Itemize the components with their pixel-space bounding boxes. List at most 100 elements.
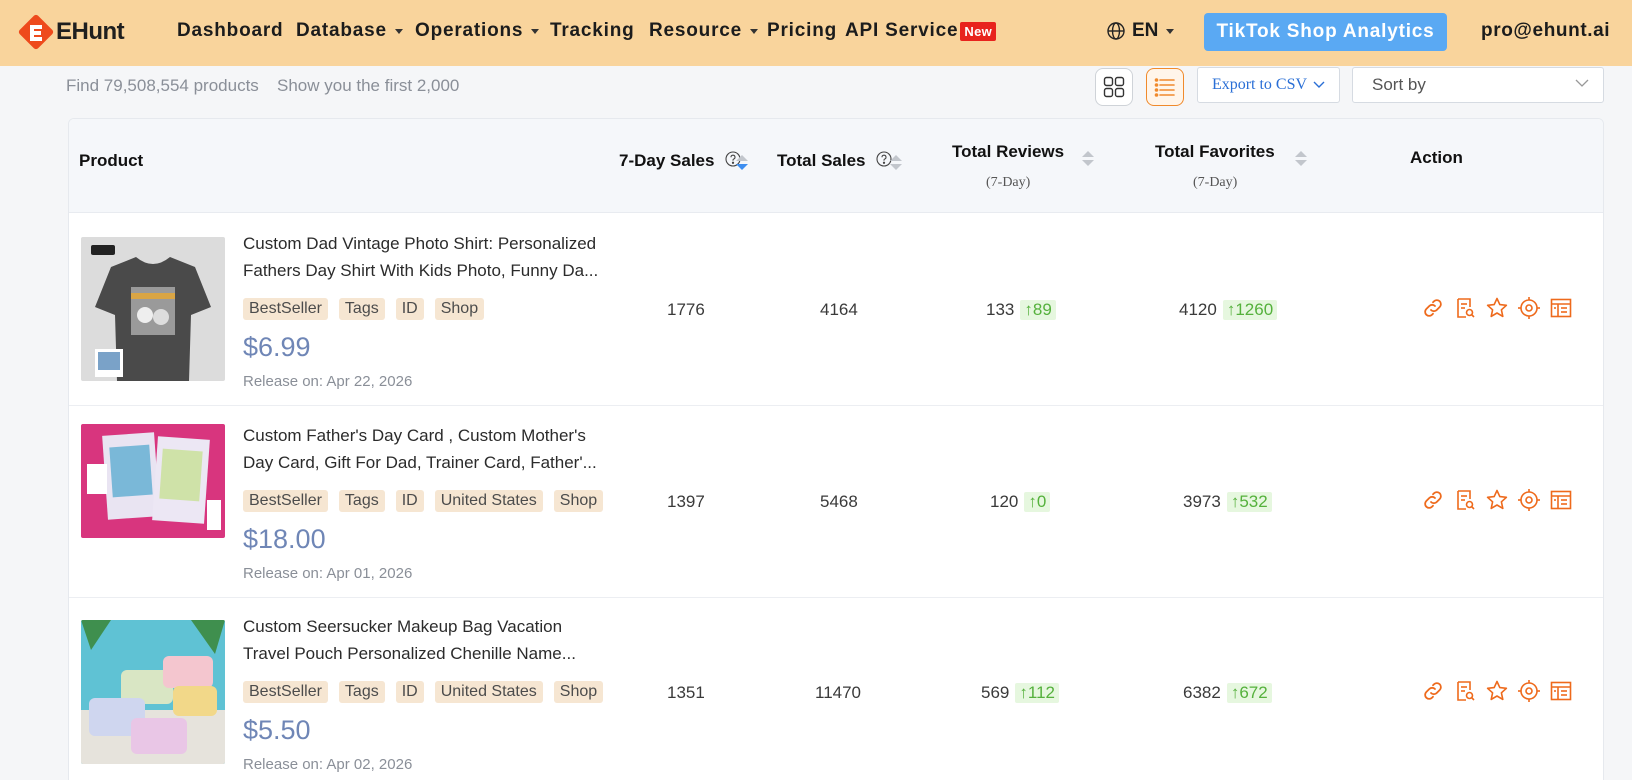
header-7day-sales[interactable]: 7-Day Sales	[619, 151, 741, 171]
sort-total-favorites[interactable]	[1295, 151, 1307, 167]
tag-shop[interactable]: Shop	[434, 298, 485, 320]
sort-asc-icon	[1082, 151, 1094, 157]
export-csv-label: Export to CSV	[1211, 76, 1308, 93]
calendar-table-icon[interactable]	[1549, 296, 1573, 320]
nav-api-service-label: API Service	[845, 20, 959, 41]
product-title[interactable]: Custom Seersucker Makeup Bag Vacation Tr…	[243, 613, 605, 667]
product-title-line1: Custom Dad Vintage Photo Shirt: Personal…	[243, 234, 597, 253]
target-icon[interactable]	[1517, 679, 1541, 703]
sales-7day-value: 1397	[667, 492, 705, 511]
nav-dashboard-label: Dashboard	[177, 20, 284, 41]
product-image[interactable]	[81, 620, 225, 764]
product-title[interactable]: Custom Dad Vintage Photo Shirt: Personal…	[243, 230, 605, 284]
chevron-down-icon	[531, 28, 540, 34]
target-icon[interactable]	[1517, 488, 1541, 512]
nav-resource[interactable]: Resource	[649, 20, 758, 42]
user-account-menu[interactable]: pro@ehunt.ai	[1481, 20, 1610, 42]
header-total-reviews: Total Reviews	[952, 142, 1065, 161]
product-title-line2: Fathers Day Shirt With Kids Photo, Funny…	[243, 261, 599, 280]
tag-id[interactable]: ID	[395, 298, 424, 320]
total-favorites-value: 3973	[1183, 492, 1221, 511]
tag-tags[interactable]: Tags	[338, 490, 385, 512]
product-price: $18.00	[243, 524, 326, 554]
chevron-down-icon	[394, 28, 403, 34]
tag-united-states[interactable]: United States	[434, 681, 543, 703]
nav-tracking-label: Tracking	[550, 20, 635, 41]
product-title-line2: Day Card, Gift For Dad, Trainer Card, Fa…	[243, 453, 597, 472]
header-total-favorites-sub: (7-Day)	[1193, 175, 1238, 190]
star-icon[interactable]	[1485, 296, 1509, 320]
table-row: Custom Seersucker Makeup Bag Vacation Tr…	[69, 597, 1603, 780]
nav-database[interactable]: Database	[296, 20, 403, 42]
list-view-button[interactable]	[1146, 68, 1184, 106]
total-favorites-value: 4120	[1179, 300, 1217, 319]
sort-7day-sales[interactable]	[736, 155, 748, 171]
search-report-icon[interactable]	[1453, 296, 1477, 320]
tag-tags[interactable]: Tags	[338, 298, 385, 320]
product-tags: BestSeller Tags ID United States Shop	[243, 490, 604, 512]
sort-asc-icon	[1295, 151, 1307, 157]
tag-tags[interactable]: Tags	[338, 681, 385, 703]
tag-shop[interactable]: Shop	[553, 490, 604, 512]
grid-icon	[1103, 76, 1125, 98]
product-tags: BestSeller Tags ID Shop	[243, 298, 485, 320]
total-sales-value: 11470	[815, 683, 862, 702]
product-table: Product 7-Day Sales Total Sales Total Re…	[68, 118, 1604, 780]
chevron-down-icon	[1575, 79, 1589, 87]
reviews-growth-badge: ↑112	[1015, 683, 1059, 703]
sort-total-reviews[interactable]	[1082, 151, 1094, 167]
tag-bestseller[interactable]: BestSeller	[243, 490, 328, 512]
nav-resource-label: Resource	[649, 20, 742, 41]
total-reviews-cell: 569 ↑112	[981, 683, 1059, 703]
calendar-table-icon[interactable]	[1549, 488, 1573, 512]
nav-operations-label: Operations	[415, 20, 524, 41]
tag-id[interactable]: ID	[395, 490, 424, 512]
tiktok-shop-analytics-button[interactable]: TikTok Shop Analytics	[1204, 13, 1447, 51]
calendar-table-icon[interactable]	[1549, 679, 1573, 703]
release-date: Release on: Apr 22, 2026	[243, 373, 413, 390]
logo-text: EHunt	[56, 18, 125, 45]
product-image[interactable]	[81, 424, 225, 538]
product-title[interactable]: Custom Father's Day Card , Custom Mother…	[243, 422, 605, 476]
nav-api-service[interactable]: API Service New	[845, 20, 997, 42]
search-report-icon[interactable]	[1453, 679, 1477, 703]
nav-operations[interactable]: Operations	[415, 20, 540, 42]
nav-pricing[interactable]: Pricing	[767, 20, 837, 42]
link-icon[interactable]	[1421, 296, 1445, 320]
row-actions	[1421, 679, 1573, 703]
link-icon[interactable]	[1421, 488, 1445, 512]
row-actions	[1421, 488, 1573, 512]
product-image[interactable]	[81, 237, 225, 381]
grid-view-button[interactable]	[1095, 68, 1133, 106]
nav-tracking[interactable]: Tracking	[550, 20, 635, 42]
sort-desc-icon	[1082, 160, 1094, 166]
nav-dashboard[interactable]: Dashboard	[177, 20, 283, 42]
logo[interactable]: EHunt	[18, 14, 125, 50]
chevron-down-icon	[1313, 81, 1325, 88]
nav-pricing-label: Pricing	[767, 20, 838, 41]
sort-desc-icon	[890, 164, 902, 170]
tag-bestseller[interactable]: BestSeller	[243, 298, 328, 320]
star-icon[interactable]	[1485, 679, 1509, 703]
tshirt-photo-image	[81, 237, 225, 381]
total-favorites-cell: 4120 ↑1260	[1179, 300, 1278, 320]
tag-bestseller[interactable]: BestSeller	[243, 681, 328, 703]
star-icon[interactable]	[1485, 488, 1509, 512]
sort-desc-icon	[736, 164, 748, 170]
tag-id[interactable]: ID	[395, 681, 424, 703]
tag-united-states[interactable]: United States	[434, 490, 543, 512]
language-selector[interactable]: EN	[1106, 20, 1175, 42]
total-sales-value: 4164	[820, 300, 858, 319]
target-icon[interactable]	[1517, 296, 1541, 320]
table-row: Custom Father's Day Card , Custom Mother…	[69, 406, 1603, 598]
export-csv-button[interactable]: Export to CSV	[1197, 67, 1340, 103]
top-navigation-bar: EHunt Dashboard Database Operations Trac…	[0, 0, 1632, 66]
favorites-growth-badge: ↑1260	[1222, 300, 1278, 320]
link-icon[interactable]	[1421, 679, 1445, 703]
header-total-sales[interactable]: Total Sales	[777, 151, 892, 171]
sort-total-sales[interactable]	[890, 155, 902, 171]
release-date: Release on: Apr 01, 2026	[243, 565, 413, 582]
sort-by-select[interactable]: Sort by	[1352, 67, 1604, 103]
tag-shop[interactable]: Shop	[553, 681, 604, 703]
search-report-icon[interactable]	[1453, 488, 1477, 512]
